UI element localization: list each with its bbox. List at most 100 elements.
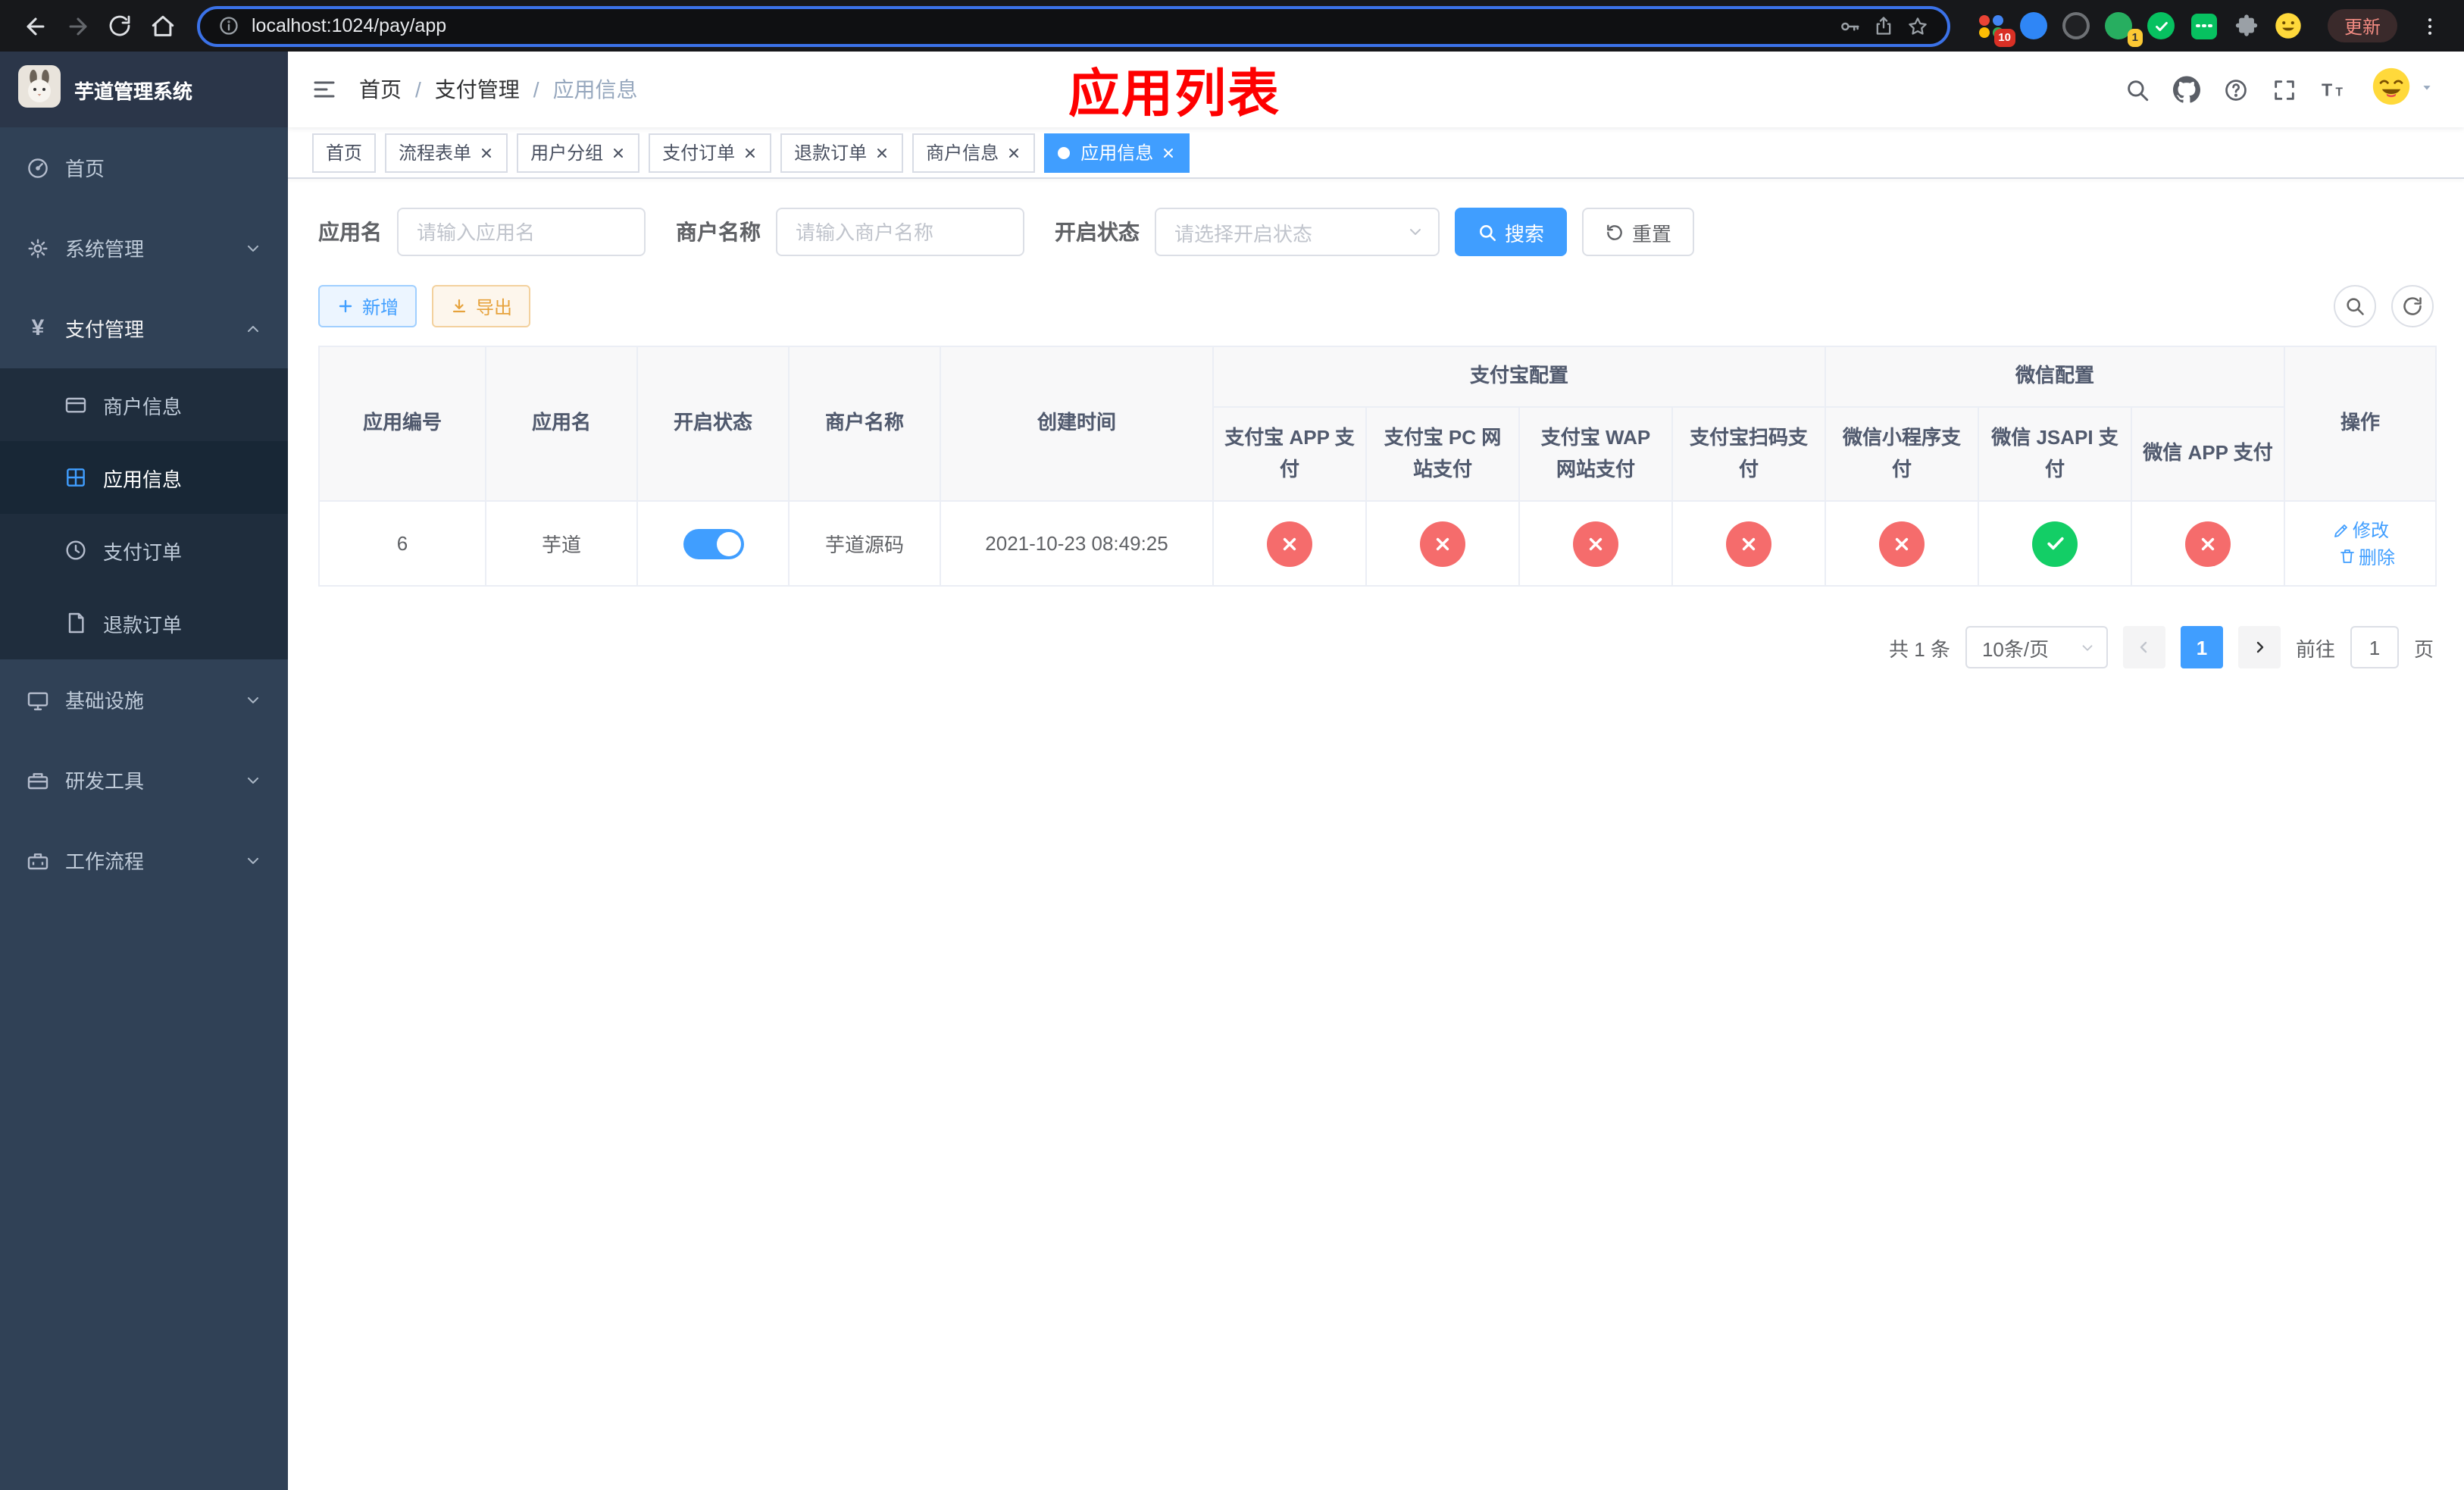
add-button[interactable]: 新增 (318, 285, 417, 327)
tab-home[interactable]: 首页 (312, 133, 377, 172)
sidebar-item-home[interactable]: 首页 (0, 127, 288, 208)
extension-blue-icon[interactable] (2020, 11, 2049, 40)
tab-close-icon[interactable] (874, 145, 890, 160)
user-menu-caret-icon (2419, 76, 2435, 103)
edit-link[interactable]: 修改 (2331, 517, 2389, 543)
tab-close-icon[interactable] (1006, 145, 1021, 160)
credit-card-icon (64, 393, 88, 417)
tab-app-info[interactable]: 应用信息 (1044, 133, 1190, 172)
chevron-down-icon (2079, 639, 2096, 656)
page-1-button[interactable]: 1 (2180, 626, 2223, 668)
breadcrumb-payment[interactable]: 支付管理 (435, 74, 520, 105)
search-button[interactable]: 搜索 (1455, 208, 1568, 256)
reset-button[interactable]: 重置 (1582, 208, 1695, 256)
url-bar[interactable]: localhost:1024/pay/app (197, 5, 1950, 46)
bookmark-star-icon[interactable] (1906, 14, 1929, 37)
sidebar-item-devtools[interactable]: 研发工具 (0, 740, 288, 820)
password-key-icon[interactable] (1838, 14, 1861, 37)
goto-page-input[interactable] (2350, 626, 2399, 668)
sidebar-item-label: 系统管理 (65, 238, 145, 261)
extension-check-icon[interactable] (2147, 11, 2176, 40)
sidebar-item-label: 基础设施 (65, 690, 145, 712)
column-header: 应用名 (485, 346, 638, 502)
help-icon[interactable] (2223, 77, 2249, 102)
breadcrumb: 首页 / 支付管理 / 应用信息 (359, 74, 638, 105)
wechat-jsapi-status-icon (2032, 521, 2078, 566)
tab-process-form[interactable]: 流程表单 (385, 133, 508, 172)
next-page-button[interactable] (2237, 626, 2281, 668)
prev-page-button[interactable] (2122, 626, 2165, 668)
breadcrumb-home[interactable]: 首页 (359, 74, 402, 105)
toggle-search-button[interactable] (2334, 285, 2376, 327)
sidebar-item-label: 退款订单 (103, 613, 183, 636)
extension-smiley-icon[interactable] (2275, 11, 2303, 40)
browser-chrome: localhost:1024/pay/app 10 1 更新 (0, 0, 2464, 52)
browser-home-button[interactable] (142, 6, 182, 45)
breadcrumb-separator: / (415, 77, 421, 102)
clock-circle-icon (64, 538, 88, 562)
site-info-icon[interactable] (218, 15, 239, 36)
sidebar-item-label: 支付订单 (103, 540, 183, 563)
fullscreen-icon[interactable] (2272, 77, 2297, 102)
extension-badge: 1 (2127, 29, 2143, 46)
sidebar-item-label: 工作流程 (65, 850, 145, 873)
tab-refund-order[interactable]: 退款订单 (780, 133, 904, 172)
table-row: 6 芋道 芋道源码 2021-10-23 08:49:25 修改 删除 (318, 500, 2437, 587)
tab-user-group[interactable]: 用户分组 (517, 133, 640, 172)
browser-update-button[interactable]: 更新 (2327, 9, 2397, 42)
tab-close-icon[interactable] (1161, 145, 1176, 160)
extension-avatar-icon[interactable]: 1 (2105, 11, 2143, 46)
tab-close-icon[interactable] (743, 145, 758, 160)
merchant-name-input[interactable] (776, 208, 1024, 256)
extension-colordot-icon[interactable]: 10 (1978, 11, 2015, 46)
page-content: 应用名 商户名称 开启状态 请选择开启状态 搜索 (288, 179, 2464, 1490)
user-menu[interactable] (2372, 66, 2435, 113)
sidebar-item-refund-order[interactable]: 退款订单 (0, 587, 288, 659)
font-size-icon[interactable]: TT (2320, 77, 2349, 102)
extension-chat-icon[interactable] (2190, 11, 2219, 40)
extension-dark-icon[interactable] (2062, 11, 2091, 40)
sidebar-item-pay-order[interactable]: 支付订单 (0, 514, 288, 587)
sidebar-menu: 首页 系统管理 ¥ 支付管理 商户信息 应用信息 支付订单 退款订单 基础设施 … (0, 127, 288, 900)
extension-puzzle-icon[interactable] (2232, 11, 2261, 40)
hamburger-icon[interactable] (311, 76, 338, 103)
browser-reload-button[interactable] (100, 6, 139, 45)
browser-back-button[interactable] (15, 6, 55, 45)
refresh-button[interactable] (2391, 285, 2434, 327)
browser-forward-button[interactable] (58, 6, 97, 45)
tab-close-icon[interactable] (611, 145, 626, 160)
browser-menu-icon[interactable] (2409, 6, 2449, 45)
extension-toolbar: 10 1 (1978, 11, 2303, 46)
sidebar-item-workflow[interactable]: 工作流程 (0, 820, 288, 900)
sidebar-item-system[interactable]: 系统管理 (0, 208, 288, 288)
tags-view-bar: 首页 流程表单 用户分组 支付订单 退款订单 商户信息 应用信息 (288, 127, 2464, 179)
delete-link[interactable]: 删除 (2337, 543, 2395, 569)
app-name-input[interactable] (397, 208, 646, 256)
github-icon[interactable] (2173, 76, 2200, 103)
sidebar-item-label: 支付管理 (65, 318, 145, 341)
avatar (2372, 66, 2411, 113)
tab-pay-order[interactable]: 支付订单 (649, 133, 772, 172)
sidebar-item-payment[interactable]: ¥ 支付管理 (0, 288, 288, 368)
sidebar-item-merchant-info[interactable]: 商户信息 (0, 368, 288, 441)
filter-form: 应用名 商户名称 开启状态 请选择开启状态 搜索 (318, 208, 2434, 256)
sidebar-item-app-info[interactable]: 应用信息 (0, 441, 288, 514)
chevron-down-icon (244, 851, 262, 869)
share-icon[interactable] (1873, 15, 1894, 36)
column-header: 创建时间 (940, 346, 1214, 502)
extension-badge: 10 (1993, 29, 2015, 46)
workflow-box-icon (26, 848, 50, 872)
alipay-qr-status-icon (1726, 521, 1771, 566)
column-header: 支付宝 PC 网站支付 (1365, 406, 1520, 502)
sidebar-item-infra[interactable]: 基础设施 (0, 659, 288, 740)
tab-merchant-info[interactable]: 商户信息 (912, 133, 1036, 172)
tab-close-icon[interactable] (479, 145, 494, 160)
export-button[interactable]: 导出 (432, 285, 531, 327)
page-size-select[interactable]: 10条/页 (1965, 626, 2108, 668)
app-logo[interactable]: 芋道管理系统 (0, 52, 288, 127)
search-icon[interactable] (2125, 77, 2150, 102)
status-select[interactable]: 请选择开启状态 (1155, 208, 1440, 256)
status-toggle[interactable] (683, 528, 743, 559)
group-header-wechat: 微信配置 (1825, 346, 2286, 408)
sidebar: 芋道管理系统 首页 系统管理 ¥ 支付管理 商户信息 应用信息 支付订单 退款订… (0, 52, 288, 1490)
